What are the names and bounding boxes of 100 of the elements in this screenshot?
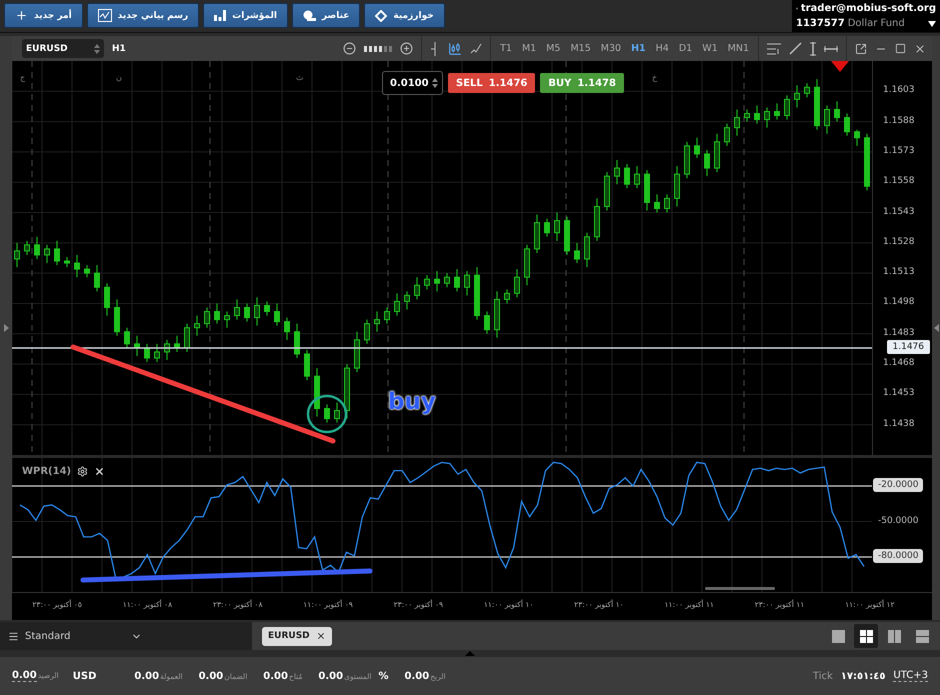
menu-icon	[8, 630, 19, 642]
toolbar-button[interactable]: عناصر	[292, 3, 360, 28]
candle	[264, 300, 270, 316]
price-label: 1.1483	[883, 328, 914, 340]
level-label: -50.0000	[877, 514, 920, 528]
status-value: 0.00	[318, 670, 344, 682]
symbol-select[interactable]: EURUSD	[22, 39, 104, 58]
candle	[274, 302, 280, 326]
timeframe-tab[interactable]: D1	[678, 43, 694, 54]
candle	[584, 232, 590, 268]
workspace-select[interactable]: Standard	[0, 622, 252, 650]
buy-button[interactable]: BUY 1.1478	[540, 73, 624, 93]
timeframe-tab[interactable]: T1	[499, 43, 513, 54]
timeframe-tab[interactable]: M15	[569, 43, 592, 54]
candle	[94, 264, 100, 292]
candle	[164, 339, 170, 361]
candle	[284, 317, 290, 340]
trendline-button[interactable]	[789, 42, 802, 55]
candle	[454, 268, 460, 292]
horizontal-line-button[interactable]	[824, 46, 838, 52]
candle	[764, 106, 770, 128]
timeframe-tab[interactable]: M1	[520, 43, 538, 54]
candle	[624, 164, 630, 189]
candle	[384, 307, 390, 324]
settings-icon[interactable]	[77, 466, 88, 477]
chart-icon	[98, 9, 112, 22]
close-icon[interactable]	[316, 631, 326, 641]
shapes-icon	[302, 10, 316, 21]
day-label: خ	[652, 73, 658, 82]
collapse-arrow-icon[interactable]	[934, 324, 938, 332]
line-chart-button[interactable]	[470, 42, 482, 54]
candle	[144, 343, 150, 363]
account-name: Dollar Fund	[848, 18, 906, 29]
candle	[784, 94, 790, 120]
candle	[834, 100, 840, 122]
candle	[504, 288, 510, 304]
sell-button[interactable]: SELL 1.1476	[448, 73, 536, 93]
candle	[54, 240, 60, 266]
close-icon[interactable]	[94, 466, 106, 477]
layout-button[interactable]	[854, 624, 878, 648]
candlestick-button[interactable]	[448, 42, 462, 56]
candle	[114, 298, 120, 336]
timezone-link[interactable]: UTC+3	[893, 670, 928, 682]
candle	[184, 323, 190, 352]
timeframe-tab[interactable]: M30	[600, 43, 622, 54]
timeframe-tab[interactable]: MN1	[726, 43, 750, 54]
zoom-out-button[interactable]	[343, 42, 356, 55]
toolbar-button[interactable]: رسم بياني جديد	[86, 3, 200, 28]
scrollbar-thumb[interactable]	[705, 587, 775, 590]
timeframe-tab[interactable]: H1	[630, 43, 647, 54]
candle	[814, 78, 820, 130]
timeframe-tab[interactable]: H4	[654, 43, 670, 54]
candle	[44, 244, 50, 264]
candle	[544, 218, 550, 238]
current-price-tag: 1.1476	[886, 340, 930, 354]
candle	[694, 137, 700, 158]
toolbar-button[interactable]: خوارزمية	[364, 3, 445, 28]
popout-button[interactable]	[855, 42, 867, 54]
day-label: ن	[116, 73, 122, 82]
price-label: 1.1468	[883, 358, 914, 370]
fibonacci-button[interactable]	[767, 42, 781, 54]
close-button[interactable]	[914, 42, 926, 54]
status-value: 0.00	[198, 670, 224, 682]
diamond-icon	[375, 10, 388, 22]
collapse-arrow-icon[interactable]	[4, 324, 8, 332]
candle	[484, 311, 490, 334]
status-value: 0.00	[134, 670, 160, 682]
caret-icon[interactable]	[928, 20, 936, 26]
maximize-button[interactable]	[895, 43, 906, 54]
candle	[14, 242, 20, 268]
grid-icon	[860, 630, 872, 642]
candle	[64, 256, 70, 268]
candle	[444, 272, 450, 288]
candle	[604, 172, 610, 212]
zoom-in-button[interactable]	[400, 42, 414, 55]
toolbar-button[interactable]: أمر جديد	[4, 3, 83, 28]
candle	[314, 368, 320, 418]
candle	[324, 404, 330, 424]
spinner-icon	[94, 44, 100, 54]
candle	[754, 104, 760, 124]
candle	[334, 402, 340, 424]
candle	[404, 290, 410, 310]
timeframe-tab[interactable]: M5	[545, 43, 562, 54]
candle	[844, 113, 850, 136]
vertical-line-button[interactable]	[810, 42, 816, 56]
candle	[434, 270, 440, 292]
price-label: 1.1558	[883, 176, 914, 188]
chart-tab[interactable]: EURUSD	[262, 626, 332, 646]
indicator-title: WPR(14)	[22, 466, 72, 477]
candle	[24, 240, 30, 256]
lot-field[interactable]: 0.0100	[382, 71, 443, 95]
candle	[824, 104, 830, 134]
candle	[234, 298, 240, 320]
price-label: 1.1543	[883, 206, 914, 219]
toolbar-button[interactable]: المؤشرات	[203, 3, 288, 28]
account-email: trader@mobius-soft.org	[800, 3, 936, 14]
candle	[664, 194, 670, 214]
candle	[534, 214, 540, 254]
candle	[554, 212, 560, 242]
timeframe-tab[interactable]: W1	[701, 43, 719, 54]
